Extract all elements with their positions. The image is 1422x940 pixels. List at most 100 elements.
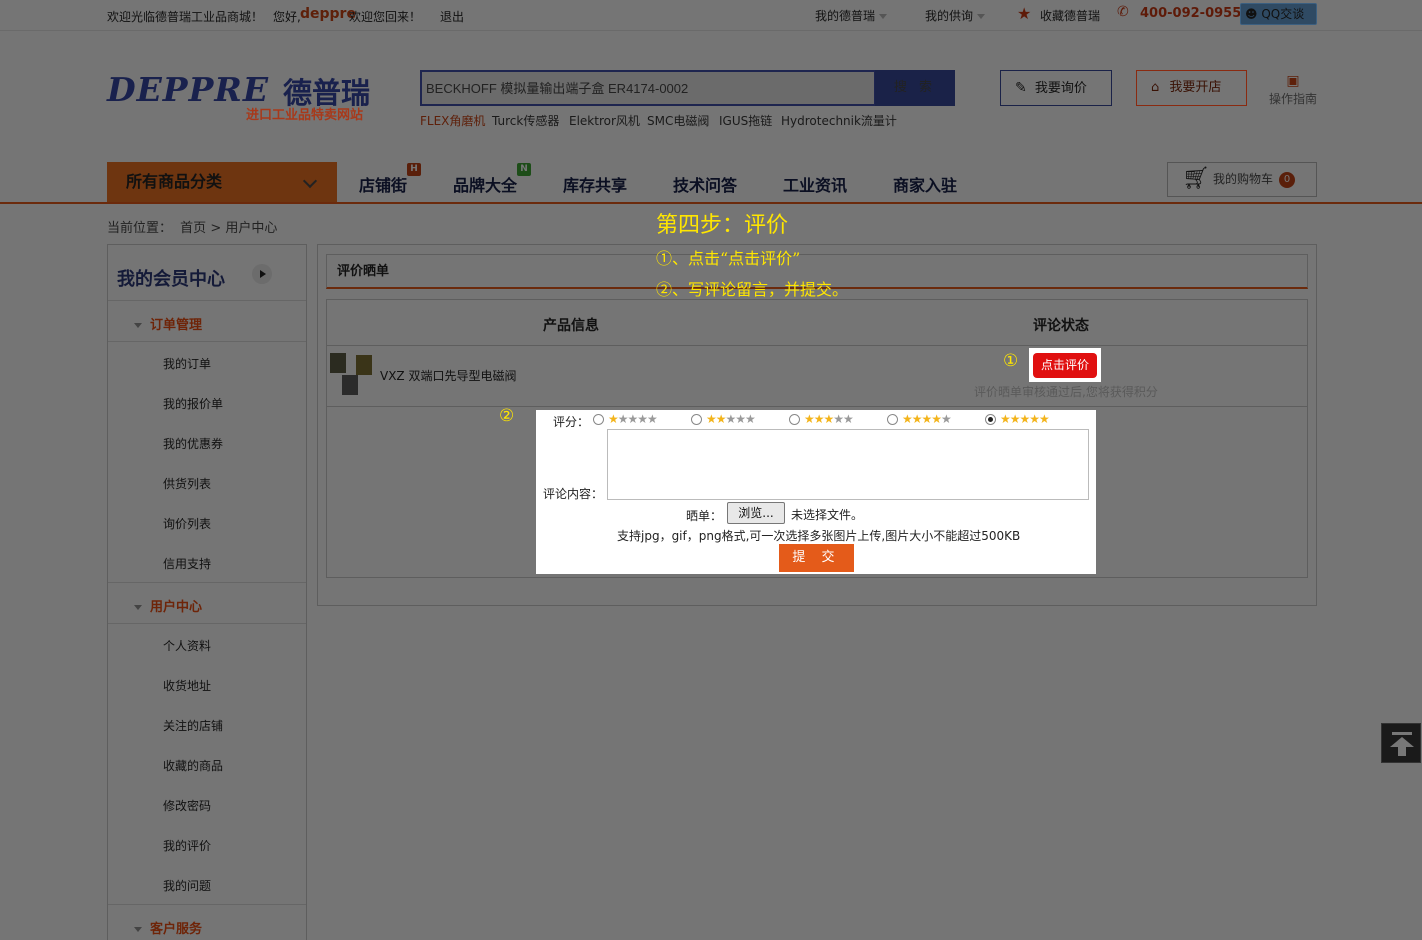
browse-button[interactable]: 浏览... <box>727 502 785 524</box>
upload-tip: 支持jpg，gif，png格式,可一次选择多张图片上传,图片大小不能超过500K… <box>617 529 1021 543</box>
nav-item-inventory[interactable]: 库存共享 <box>563 172 627 196</box>
rating-label: 评分： <box>553 415 590 429</box>
rating-stars-1: ★★★★★ <box>608 412 658 426</box>
sidebar-item-address[interactable]: 收货地址 <box>163 677 211 694</box>
hello-text: 您好, <box>273 10 301 24</box>
sidebar-section-orders[interactable]: 订单管理 <box>134 314 202 333</box>
sidebar-item-password[interactable]: 修改密码 <box>163 797 211 814</box>
review-hint: 评价晒单审核通过后,您将获得积分 <box>974 385 1158 399</box>
hot-word[interactable]: SMC电磁阀 <box>647 112 709 129</box>
qq-chat-button[interactable]: ☻ QQ交谈 <box>1240 3 1317 25</box>
rating-stars-4: ★★★★★ <box>902 412 952 426</box>
sidebar-item-coupons[interactable]: 我的优惠券 <box>163 435 223 452</box>
rating-radio-1[interactable] <box>593 414 604 425</box>
rating-stars-3: ★★★★★ <box>804 412 854 426</box>
expand-arrow-icon[interactable] <box>252 264 272 284</box>
open-shop-button[interactable]: ⌂ 我要开店 <box>1136 70 1247 106</box>
inquiry-button[interactable]: ✎ 我要询价 <box>1000 70 1112 106</box>
sidebar-item-my-orders[interactable]: 我的订单 <box>163 355 211 372</box>
hot-badge: H <box>407 163 422 176</box>
my-deppre-menu[interactable]: 我的德普瑞 <box>815 7 888 24</box>
logo-slogan: 进口工业品特卖网站 <box>246 108 364 123</box>
logo-text-en: DEPPRE <box>107 70 269 109</box>
nav-label: 店铺街 <box>359 176 408 195</box>
sidebar-item-inquiry-list[interactable]: 询价列表 <box>163 515 211 532</box>
rating-stars-5: ★★★★★ <box>1000 412 1050 426</box>
nav-item-merchant[interactable]: 商家入驻 <box>893 172 957 196</box>
welcome-back-text: 欢迎您回来！ <box>349 10 422 24</box>
sidebar-title: 我的会员中心 <box>117 269 225 290</box>
star-icon: ★ <box>1017 4 1032 23</box>
back-to-top-button[interactable] <box>1381 723 1421 763</box>
username: deppre <box>300 6 356 22</box>
product-name[interactable]: VXZ 双端口先导型电磁阀 <box>380 367 516 384</box>
logo[interactable]: DEPPRE <box>107 70 269 109</box>
sidebar-item-my-reviews[interactable]: 我的评价 <box>163 837 211 854</box>
sidebar-item-favorites[interactable]: 收藏的商品 <box>163 757 223 774</box>
phone-icon: ✆ <box>1117 4 1129 20</box>
hot-word[interactable]: IGUS拖链 <box>719 112 772 129</box>
qq-icon: ☻ <box>1245 7 1258 21</box>
chevron-down-icon <box>302 173 318 189</box>
content-label: 评论内容： <box>543 487 604 501</box>
guide-link[interactable]: ▣ 操作指南 <box>1269 74 1317 107</box>
review-content-textarea[interactable] <box>607 429 1089 500</box>
my-deppre-label: 我的德普瑞 <box>815 9 876 23</box>
nav-item-brands[interactable]: 品牌大全 N <box>453 163 532 196</box>
chevron-down-icon <box>879 14 888 19</box>
sidebar-item-profile[interactable]: 个人资料 <box>163 637 211 654</box>
sidebar-item-supply-list[interactable]: 供货列表 <box>163 475 211 492</box>
rating-stars-2: ★★★★★ <box>706 412 756 426</box>
divider <box>108 300 306 301</box>
sidebar-section-service[interactable]: 客户服务 <box>134 918 202 937</box>
search-input[interactable] <box>422 72 874 104</box>
divider <box>108 623 306 624</box>
guide-icon: ▣ <box>1286 73 1300 89</box>
cart-icon: 🛒︎ <box>1182 166 1210 191</box>
submit-button[interactable]: 提 交 <box>779 544 854 572</box>
shop-icon: ⌂ <box>1151 80 1160 95</box>
nav-item-tech-qa[interactable]: 技术问答 <box>673 172 737 196</box>
edit-icon: ✎ <box>1015 80 1027 96</box>
hot-word[interactable]: Turck传感器 <box>492 112 559 129</box>
marker-1: ① <box>1003 351 1019 371</box>
favorite-link[interactable]: 收藏德普瑞 <box>1040 7 1100 24</box>
breadcrumb-separator: > <box>210 221 222 236</box>
top-bar: 欢迎光临德普瑞工业品商城！ 您好, deppre 欢迎您回来！ 退出 我的德普瑞… <box>0 0 1422 31</box>
search-button[interactable]: 搜 索 <box>875 70 955 106</box>
logout-link[interactable]: 退出 <box>440 8 464 25</box>
sidebar-section-user[interactable]: 用户中心 <box>134 596 202 615</box>
rating-radio-2[interactable] <box>691 414 702 425</box>
product-image[interactable] <box>330 353 374 397</box>
review-button[interactable]: 点击评价 <box>1033 353 1097 378</box>
table-divider <box>327 406 1307 407</box>
sidebar-item-followed-shops[interactable]: 关注的店铺 <box>163 717 223 734</box>
arrow-stem <box>1398 746 1406 756</box>
phone-number: 400-092-0955 <box>1140 6 1242 21</box>
my-supply-menu[interactable]: 我的供询 <box>925 7 986 24</box>
rating-radio-4[interactable] <box>887 414 898 425</box>
qq-label: QQ交谈 <box>1261 7 1305 21</box>
hot-word[interactable]: Hydrotechnik流量计 <box>781 112 897 129</box>
divider <box>108 341 306 342</box>
cart-button[interactable]: 🛒︎ 我的购物车 0 <box>1167 162 1317 197</box>
hot-word[interactable]: Elektror风机 <box>569 112 640 129</box>
hot-word[interactable]: FLEX角磨机 <box>420 112 485 129</box>
rating-radio-5[interactable] <box>985 414 996 425</box>
all-categories-menu[interactable]: 所有商品分类 <box>107 162 337 202</box>
sidebar-item-my-questions[interactable]: 我的问题 <box>163 877 211 894</box>
search-box <box>420 70 876 106</box>
nav-item-news[interactable]: 工业资讯 <box>783 172 847 196</box>
breadcrumb-home[interactable]: 首页 <box>180 221 206 236</box>
marker-2: ② <box>499 406 515 426</box>
sidebar-item-credit[interactable]: 信用支持 <box>163 555 211 572</box>
nav-item-shops[interactable]: 店铺街 H <box>359 163 422 196</box>
rating-radio-3[interactable] <box>789 414 800 425</box>
new-badge: N <box>517 163 532 176</box>
column-header-product: 产品信息 <box>543 318 599 334</box>
table-divider <box>327 345 1307 346</box>
column-header-status: 评论状态 <box>1033 318 1089 334</box>
cart-count: 0 <box>1279 172 1295 188</box>
sidebar-item-my-quotes[interactable]: 我的报价单 <box>163 395 223 412</box>
welcome-text: 欢迎光临德普瑞工业品商城！ <box>107 10 264 24</box>
